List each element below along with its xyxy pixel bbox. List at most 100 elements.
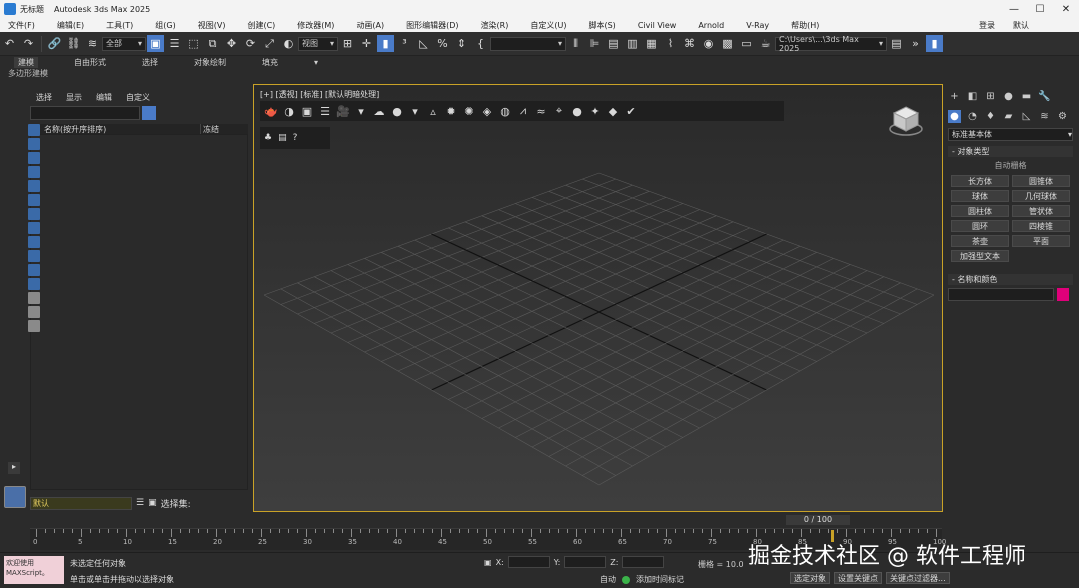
menu-vray[interactable]: V-Ray xyxy=(746,21,769,30)
menu-edit[interactable]: 编辑(E) xyxy=(57,20,84,31)
ribbon-tab-selection[interactable]: 选择 xyxy=(142,57,158,68)
spinner-snap-icon[interactable]: ⇕ xyxy=(453,35,470,52)
layer-icon[interactable]: ☰ xyxy=(136,498,144,508)
display-hidden-icon[interactable] xyxy=(28,278,40,290)
camera-icon[interactable]: ▣ xyxy=(300,104,314,118)
mirror-icon[interactable]: ⫴ xyxy=(567,35,584,52)
project-folder-icon[interactable]: ▤ xyxy=(888,35,905,52)
viewcube[interactable] xyxy=(888,103,924,139)
snaps-toggle-icon[interactable]: ³ xyxy=(396,35,413,52)
login-menu[interactable]: 登录 xyxy=(979,20,995,31)
explorer-tab-edit[interactable]: 编辑 xyxy=(96,92,112,103)
hierarchy-tab-icon[interactable]: ⊞ xyxy=(984,90,997,103)
display-invert-icon[interactable] xyxy=(28,320,40,332)
menu-modifiers[interactable]: 修改器(M) xyxy=(297,20,334,31)
close-icon[interactable]: ✕ xyxy=(1053,0,1079,18)
utilities-tab-icon[interactable]: 🔧 xyxy=(1038,90,1051,103)
scale-icon[interactable]: ⤢ xyxy=(261,35,278,52)
undo-icon[interactable]: ↶ xyxy=(1,35,18,52)
spotlight-icon[interactable]: ▾ xyxy=(408,104,422,118)
torus-button[interactable]: 圆环 xyxy=(951,220,1009,232)
bind-spacewarp-icon[interactable]: ≋ xyxy=(84,35,101,52)
link-icon[interactable]: 🔗 xyxy=(46,35,63,52)
tube-button[interactable]: 管状体 xyxy=(1012,205,1070,217)
display-helpers-icon[interactable] xyxy=(28,180,40,192)
project-path-field[interactable]: C:\Users\...\3ds Max 2025 ▾ xyxy=(775,35,887,53)
film-camera-icon[interactable]: 🎥 xyxy=(336,104,350,118)
display-bones-icon[interactable] xyxy=(28,236,40,248)
sunlight-icon[interactable]: ✹ xyxy=(444,104,458,118)
light-icon[interactable]: ▾ xyxy=(354,104,368,118)
sphere-button[interactable]: 球体 xyxy=(951,190,1009,202)
keyboard-shortcut-override-icon[interactable]: ▮ xyxy=(377,35,394,52)
rotate-icon[interactable]: ⟳ xyxy=(242,35,259,52)
display-xrefs-icon[interactable] xyxy=(28,222,40,234)
unlink-icon[interactable]: ⛓ xyxy=(65,35,82,52)
menu-help[interactable]: 帮助(H) xyxy=(791,20,819,31)
cone-button[interactable]: 圆锥体 xyxy=(1012,175,1070,187)
spacewarps-icon[interactable]: ≋ xyxy=(1038,110,1051,123)
pivot-center-icon[interactable]: ⊞ xyxy=(339,35,356,52)
angle-snap-icon[interactable]: ◺ xyxy=(415,35,432,52)
paint-icon[interactable]: ♣ xyxy=(264,133,272,143)
helpers-icon[interactable]: ◺ xyxy=(1020,110,1033,123)
display-all-icon[interactable] xyxy=(28,292,40,304)
menu-civil-view[interactable]: Civil View xyxy=(638,21,677,30)
cylinder-button[interactable]: 圆柱体 xyxy=(951,205,1009,217)
filter-icon[interactable] xyxy=(142,106,156,120)
help-icon[interactable]: ? xyxy=(293,133,298,143)
select-object-icon[interactable]: ▣ xyxy=(147,35,164,52)
material-icon[interactable]: ◑ xyxy=(282,104,296,118)
render-setup-icon[interactable]: ▩ xyxy=(719,35,736,52)
palette-icon[interactable]: ✦ xyxy=(588,104,602,118)
curve-editor-icon[interactable]: ⌇ xyxy=(662,35,679,52)
list-icon[interactable]: ☰ xyxy=(318,104,332,118)
display-lights-icon[interactable] xyxy=(28,152,40,164)
ribbon-tab-modeling[interactable]: 建模 xyxy=(14,56,38,68)
add-time-tag-label[interactable]: 添加时间标记 xyxy=(636,574,684,585)
select-manipulate-icon[interactable]: ✛ xyxy=(358,35,375,52)
modify-tab-icon[interactable]: ◧ xyxy=(966,90,979,103)
time-slider[interactable]: 0 / 100 xyxy=(786,515,850,525)
object-icon[interactable]: ◈ xyxy=(480,104,494,118)
teapot-icon[interactable]: 🫖 xyxy=(264,104,278,118)
selection-filter-dropdown[interactable]: 全部 ▾ xyxy=(102,36,146,51)
bucket-icon[interactable]: ◆ xyxy=(606,104,620,118)
display-frozen-icon[interactable] xyxy=(28,264,40,276)
display-spacewarps-icon[interactable] xyxy=(28,194,40,206)
ribbon-options-icon[interactable]: ▾ xyxy=(314,58,318,67)
rect-selection-icon[interactable]: ⬚ xyxy=(185,35,202,52)
menu-graph-editors[interactable]: 图形编辑器(D) xyxy=(406,20,458,31)
geosphere-button[interactable]: 几何球体 xyxy=(1012,190,1070,202)
toggle-ribbon-icon[interactable]: ▦ xyxy=(643,35,660,52)
menu-animation[interactable]: 动画(A) xyxy=(356,20,384,31)
motion-tab-icon[interactable]: ● xyxy=(1002,90,1015,103)
maximize-icon[interactable]: ☐ xyxy=(1027,0,1053,18)
column-frozen-header[interactable]: 冻结 xyxy=(200,124,219,134)
fog-icon[interactable]: ≈ xyxy=(534,104,548,118)
redo-icon[interactable]: ↷ xyxy=(20,35,37,52)
menu-create[interactable]: 创建(C) xyxy=(247,20,275,31)
menu-tools[interactable]: 工具(T) xyxy=(106,20,133,31)
maxscript-listener[interactable]: 欢迎使用 MAXScript。 xyxy=(4,556,64,584)
notes-icon[interactable]: ▤ xyxy=(278,133,287,143)
render-production-icon[interactable]: ☕ xyxy=(757,35,774,52)
ball-icon[interactable]: ● xyxy=(570,104,584,118)
move-icon[interactable]: ✥ xyxy=(223,35,240,52)
teapot-button[interactable]: 茶壶 xyxy=(951,235,1009,247)
align-icon[interactable]: ⊫ xyxy=(586,35,603,52)
sky-icon[interactable]: ☁ xyxy=(372,104,386,118)
sphere-icon[interactable]: ◍ xyxy=(498,104,512,118)
display-containers-icon[interactable] xyxy=(28,250,40,262)
explorer-search-input[interactable] xyxy=(30,106,140,120)
auto-key-dot-icon[interactable] xyxy=(622,575,630,584)
key-filters-button[interactable]: 关键点过滤器... xyxy=(886,572,950,584)
x-coord-input[interactable] xyxy=(507,556,550,568)
command-panel-toggle-icon[interactable]: ▮ xyxy=(926,35,943,52)
lock-icon[interactable]: ▣ xyxy=(484,558,492,567)
lights-icon[interactable]: ♦ xyxy=(984,110,997,123)
ribbon-tab-populate[interactable]: 填充 xyxy=(262,57,278,68)
set-key-button[interactable]: 设置关键点 xyxy=(834,572,882,584)
primitive-category-dropdown[interactable]: 标准基本体 ▾ xyxy=(948,128,1073,141)
y-coord-input[interactable] xyxy=(564,556,607,568)
